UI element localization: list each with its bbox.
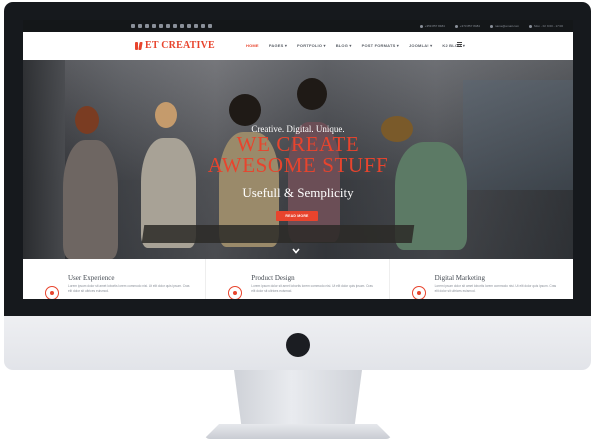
menu-item-home[interactable]: HOME xyxy=(246,43,259,48)
feature-title: Digital Marketing xyxy=(434,274,485,282)
hero-headline-line-1: WE CREATE xyxy=(236,132,360,156)
monitor-stand-base xyxy=(204,424,392,439)
hero-banner: Creative. Digital. Unique. WE CREATE AWE… xyxy=(23,60,573,259)
main-navbar: ET CREATIVE HOME PAGES ▾ PORTFOLIO ▾ BLO… xyxy=(23,32,573,60)
dribbble-icon[interactable] xyxy=(180,24,184,28)
phone-1-text: +359 857 8484 xyxy=(424,24,445,28)
phone-2: +373 857 8484 xyxy=(454,24,480,28)
facebook-icon[interactable] xyxy=(131,24,135,28)
vimeo-icon[interactable] xyxy=(194,24,198,28)
instagram-icon[interactable] xyxy=(173,24,177,28)
phone-icon xyxy=(419,24,423,28)
hero-content: Creative. Digital. Unique. WE CREATE AWE… xyxy=(23,60,573,259)
flickr-icon[interactable] xyxy=(187,24,191,28)
logo-text: ET CREATIVE xyxy=(145,40,215,51)
main-menu: HOME PAGES ▾ PORTFOLIO ▾ BLOG ▾ POST FOR… xyxy=(246,43,475,48)
power-button-icon xyxy=(286,333,310,357)
hero-headline: WE CREATE AWESOME STUFF xyxy=(23,134,573,176)
clock-icon xyxy=(529,24,533,28)
menu-item-pages[interactable]: PAGES ▾ xyxy=(269,43,287,48)
contact-info: +359 857 8484 +373 857 8484 name@email.c… xyxy=(419,24,563,28)
hero-subline: Usefull & Semplicity xyxy=(242,185,354,200)
rss-icon[interactable] xyxy=(201,24,205,28)
mobile-icon xyxy=(454,24,458,28)
feature-digital-marketing: Digital Marketing Lorem ipsum dolor sit … xyxy=(390,259,573,299)
email-text: name@email.com xyxy=(494,24,520,28)
hours: Mon - Fri 9:00 - 17:00 xyxy=(529,24,563,28)
monitor-stand xyxy=(234,370,362,428)
chevron-down-icon[interactable] xyxy=(292,248,300,254)
menu-item-post-formats[interactable]: POST FORMATS ▾ xyxy=(362,43,399,48)
skype-icon[interactable] xyxy=(208,24,212,28)
website-screen: +359 857 8484 +373 857 8484 name@email.c… xyxy=(23,20,573,299)
linkedin-icon[interactable] xyxy=(152,24,156,28)
youtube-icon[interactable] xyxy=(166,24,170,28)
features-row: User Experience Lorem ipsum dolor sit am… xyxy=(23,259,573,299)
feature-user-experience: User Experience Lorem ipsum dolor sit am… xyxy=(23,259,207,299)
phone-2-text: +373 857 8484 xyxy=(459,24,480,28)
menu-item-joomla[interactable]: JOOMLA! ▾ xyxy=(409,43,432,48)
hamburger-menu-icon[interactable] xyxy=(457,42,462,47)
pinterest-icon[interactable] xyxy=(159,24,163,28)
product-design-icon xyxy=(228,286,243,299)
feature-product-design: Product Design Lorem ipsum dolor sit ame… xyxy=(206,259,390,299)
twitter-icon[interactable] xyxy=(138,24,142,28)
menu-item-blog[interactable]: BLOG ▾ xyxy=(336,43,352,48)
google-plus-icon[interactable] xyxy=(145,24,149,28)
feature-title: User Experience xyxy=(68,274,115,282)
top-bar: +359 857 8484 +373 857 8484 name@email.c… xyxy=(23,20,573,32)
feature-body: Lorem ipsum dolor sit amet lobortis lore… xyxy=(251,284,373,293)
feature-body: Lorem ipsum dolor sit amet lobortis lore… xyxy=(68,284,190,293)
feature-body: Lorem ipsum dolor sit amet lobortis lore… xyxy=(434,284,557,293)
hours-text: Mon - Fri 9:00 - 17:00 xyxy=(534,24,563,28)
feature-title: Product Design xyxy=(251,274,295,282)
logo-mark-icon xyxy=(135,41,143,51)
menu-item-portfolio[interactable]: PORTFOLIO ▾ xyxy=(297,43,326,48)
phone-1: +359 857 8484 xyxy=(419,24,445,28)
digital-marketing-icon xyxy=(411,286,426,299)
imac-mockup: +359 857 8484 +373 857 8484 name@email.c… xyxy=(0,0,595,441)
mail-icon xyxy=(489,24,493,28)
email[interactable]: name@email.com xyxy=(489,24,520,28)
social-icons xyxy=(131,24,212,28)
hero-headline-line-2: AWESOME STUFF xyxy=(207,153,389,177)
user-experience-icon xyxy=(45,286,59,299)
site-logo[interactable]: ET CREATIVE xyxy=(135,40,215,51)
read-more-button[interactable]: READ MORE xyxy=(276,211,318,221)
